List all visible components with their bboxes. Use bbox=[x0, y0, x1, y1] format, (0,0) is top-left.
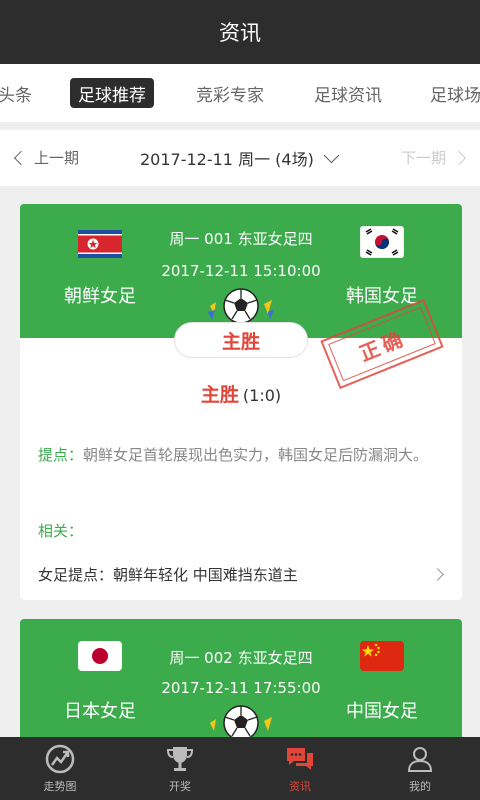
south-korea-flag-icon bbox=[360, 226, 404, 258]
date-bar: 上一期 2017-12-11 周一 (4场) 下一期 bbox=[0, 130, 480, 186]
bottom-nav: 走势图 开奖 资讯 我的 bbox=[0, 737, 480, 800]
chat-bubbles-icon bbox=[287, 748, 313, 770]
chevron-right-icon bbox=[451, 150, 467, 165]
related-news-link[interactable]: 女足提点：朝鲜年轻化 中国难挡东道主 bbox=[38, 564, 448, 585]
user-icon bbox=[407, 747, 433, 772]
match-info: 周一 001 东亚女足四 bbox=[169, 230, 313, 248]
tab-football-news[interactable]: 足球资讯 bbox=[306, 78, 390, 108]
match-time: 2017-12-11 17:55:00 bbox=[161, 679, 321, 697]
tab-headlines[interactable]: 头条 bbox=[0, 78, 40, 108]
china-flag-icon bbox=[360, 641, 404, 671]
stamp-text: 正确 bbox=[355, 325, 410, 366]
nav-label: 开奖 bbox=[169, 780, 191, 793]
chevron-down-icon bbox=[323, 147, 340, 163]
prev-period-button[interactable]: 上一期 bbox=[13, 147, 80, 168]
north-korea-flag-icon bbox=[78, 230, 122, 258]
chevron-right-icon bbox=[431, 568, 444, 581]
trend-chart-icon bbox=[45, 744, 75, 774]
match-card[interactable]: 周一 001 东亚女足四 2017-12-11 15:10:00 朝鲜女足 韩国… bbox=[20, 204, 462, 600]
tip-label: 提点： bbox=[38, 446, 84, 464]
nav-label: 我的 bbox=[409, 780, 431, 793]
tab-football-field[interactable]: 足球场 bbox=[422, 78, 480, 108]
nav-news[interactable]: 资讯 bbox=[240, 737, 360, 800]
tip-block: 提点：朝鲜女足首轮展现出色实力，韩国女足后防漏洞大。 bbox=[38, 444, 448, 467]
nav-trend-chart[interactable]: 走势图 bbox=[0, 737, 120, 800]
tab-football-recommend[interactable]: 足球推荐 bbox=[70, 78, 154, 108]
nav-lottery-results[interactable]: 开奖 bbox=[120, 737, 240, 800]
prev-period-label: 上一期 bbox=[34, 149, 80, 167]
away-team: 中国女足 bbox=[346, 701, 418, 722]
title-bar: 资讯 bbox=[0, 0, 480, 64]
date-label: 2017-12-11 周一 (4场) bbox=[140, 150, 314, 169]
date-selector[interactable]: 2017-12-11 周一 (4场) bbox=[140, 146, 340, 170]
match-result: 主胜 (1:0) bbox=[20, 380, 462, 407]
tip-text: 朝鲜女足首轮展现出色实力，韩国女足后防漏洞大。 bbox=[83, 446, 429, 464]
next-period-button[interactable]: 下一期 bbox=[400, 147, 467, 168]
nav-label: 走势图 bbox=[43, 780, 77, 793]
nav-profile[interactable]: 我的 bbox=[360, 737, 480, 800]
prediction-badge: 主胜 bbox=[174, 322, 308, 358]
related-news-title: 女足提点：朝鲜年轻化 中国难挡东道主 bbox=[38, 566, 298, 584]
match-info: 周一 002 东亚女足四 bbox=[169, 649, 313, 667]
chevron-left-icon bbox=[13, 150, 29, 165]
japan-flag-icon bbox=[78, 641, 122, 671]
result-score: (1:0) bbox=[242, 386, 282, 405]
match-time: 2017-12-11 15:10:00 bbox=[161, 262, 321, 280]
result-label: 主胜 bbox=[200, 384, 239, 406]
soccer-ball-icon bbox=[208, 288, 274, 324]
trophy-icon bbox=[166, 747, 194, 771]
nav-label: 资讯 bbox=[289, 780, 311, 793]
tab-lottery-experts[interactable]: 竞彩专家 bbox=[188, 78, 272, 108]
category-tabs: 头条 足球推荐 竞彩专家 足球资讯 足球场 bbox=[0, 64, 480, 122]
soccer-ball-icon bbox=[210, 705, 272, 741]
home-team: 朝鲜女足 bbox=[64, 286, 136, 307]
home-team: 日本女足 bbox=[64, 701, 136, 722]
page-title: 资讯 bbox=[219, 21, 261, 45]
related-label: 相关： bbox=[38, 522, 84, 540]
next-period-label: 下一期 bbox=[400, 149, 446, 167]
